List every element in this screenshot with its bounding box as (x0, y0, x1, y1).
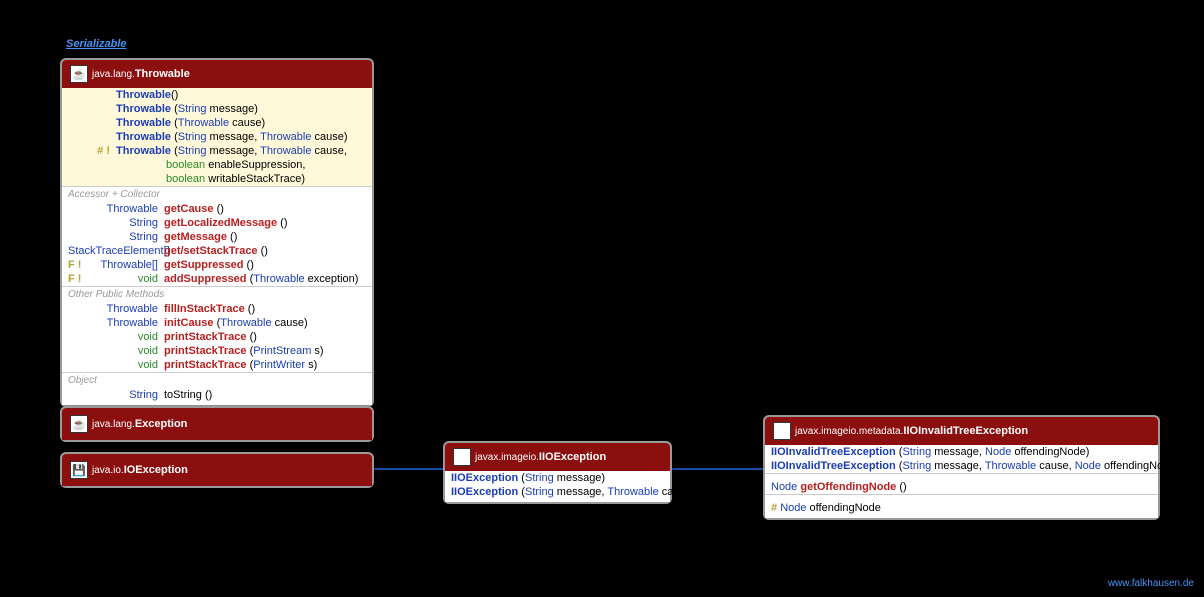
ioexception-class-box[interactable]: 💾 java.io.IOException (60, 452, 374, 488)
iioexception-body: IIOException (String message) IIOExcepti… (445, 471, 670, 502)
ctor-row[interactable]: # !Throwable (String message, Throwable … (62, 144, 372, 158)
method-row[interactable]: voidprintStackTrace () (62, 330, 372, 344)
methods-section-label: Other Public Methods (62, 287, 372, 302)
ctor-row[interactable]: Throwable (String message, Throwable cau… (62, 130, 372, 144)
ctor-row[interactable]: IIOInvalidTreeException (String message,… (765, 459, 1158, 473)
iioinvalid-class-box: 🖼 javax.imageio.metadata.IIOInvalidTreeE… (763, 415, 1160, 520)
connector-iioexception-iioinvalid (665, 468, 765, 470)
ctor-row[interactable]: IIOException (String message, Throwable … (445, 485, 670, 502)
throwable-pkg: java.lang. (92, 69, 135, 80)
iioinvalid-name: IIOInvalidTreeException (903, 425, 1028, 437)
iioexception-name: IIOException (539, 451, 606, 463)
image-icon: 🖼 (773, 422, 791, 440)
disk-icon: 💾 (70, 461, 88, 479)
method-row[interactable]: StringgetLocalizedMessage () (62, 216, 372, 230)
method-row[interactable]: ThrowablefillInStackTrace () (62, 302, 372, 316)
method-row[interactable]: StackTraceElement[]get/setStackTrace () (62, 244, 372, 258)
ctor-row-extra: boolean enableSuppression, (62, 158, 372, 172)
ctor-row[interactable]: Throwable (String message) (62, 102, 372, 116)
exception-header[interactable]: ☕ java.lang.Exception (62, 408, 372, 440)
iioexception-header[interactable]: 🖼 javax.imageio.IIOException (445, 443, 670, 471)
exception-class-box[interactable]: ☕ java.lang.Exception (60, 406, 374, 442)
method-row[interactable]: ThrowableinitCause (Throwable cause) (62, 316, 372, 330)
method-row[interactable]: F !Throwable[]getSuppressed () (62, 258, 372, 272)
iioinvalid-header[interactable]: 🖼 javax.imageio.metadata.IIOInvalidTreeE… (765, 417, 1158, 445)
footer-link[interactable]: www.falkhausen.de (1108, 578, 1194, 589)
ioexception-pkg: java.io. (92, 465, 124, 476)
ctor-row[interactable]: IIOInvalidTreeException (String message,… (765, 445, 1158, 459)
ioexception-header[interactable]: 💾 java.io.IOException (62, 454, 372, 486)
throwable-header[interactable]: ☕ java.lang.Throwable (62, 60, 372, 88)
throwable-body: Throwable() Throwable (String message) T… (62, 88, 372, 405)
ctor-row[interactable]: IIOException (String message) (445, 471, 670, 485)
method-row[interactable]: F !voidaddSuppressed (Throwable exceptio… (62, 272, 372, 286)
method-row[interactable]: StringtoString () (62, 388, 372, 405)
throwable-class-box: ☕ java.lang.Throwable Throwable() Throwa… (60, 58, 374, 407)
method-row[interactable]: voidprintStackTrace (PrintStream s) (62, 344, 372, 358)
image-icon: 🖼 (453, 448, 471, 466)
class-icon: ☕ (70, 65, 88, 83)
exception-pkg: java.lang. (92, 419, 135, 430)
iioexception-pkg: javax.imageio. (475, 452, 539, 463)
iioexception-class-box: 🖼 javax.imageio.IIOException IIOExceptio… (443, 441, 672, 504)
ctor-row-extra: boolean writableStackTrace) (62, 172, 372, 186)
method-row[interactable]: StringgetMessage () (62, 230, 372, 244)
field-row[interactable]: # Node offendingNode (765, 501, 1158, 518)
throwable-name: Throwable (135, 68, 190, 80)
method-row[interactable]: voidprintStackTrace (PrintWriter s) (62, 358, 372, 372)
object-section-label: Object (62, 373, 372, 388)
connector-ioexception-iioexception (365, 468, 445, 470)
serializable-label[interactable]: Serializable (66, 38, 127, 50)
method-row[interactable]: Node getOffendingNode () (765, 480, 1158, 494)
iioinvalid-pkg: javax.imageio.metadata. (795, 426, 903, 437)
method-row[interactable]: ThrowablegetCause () (62, 202, 372, 216)
accessor-section-label: Accessor + Collector (62, 187, 372, 202)
ioexception-name: IOException (124, 464, 188, 476)
ctor-row[interactable]: Throwable() (62, 88, 372, 102)
ctor-row[interactable]: Throwable (Throwable cause) (62, 116, 372, 130)
iioinvalid-body: IIOInvalidTreeException (String message,… (765, 445, 1158, 518)
class-icon: ☕ (70, 415, 88, 433)
exception-name: Exception (135, 418, 188, 430)
